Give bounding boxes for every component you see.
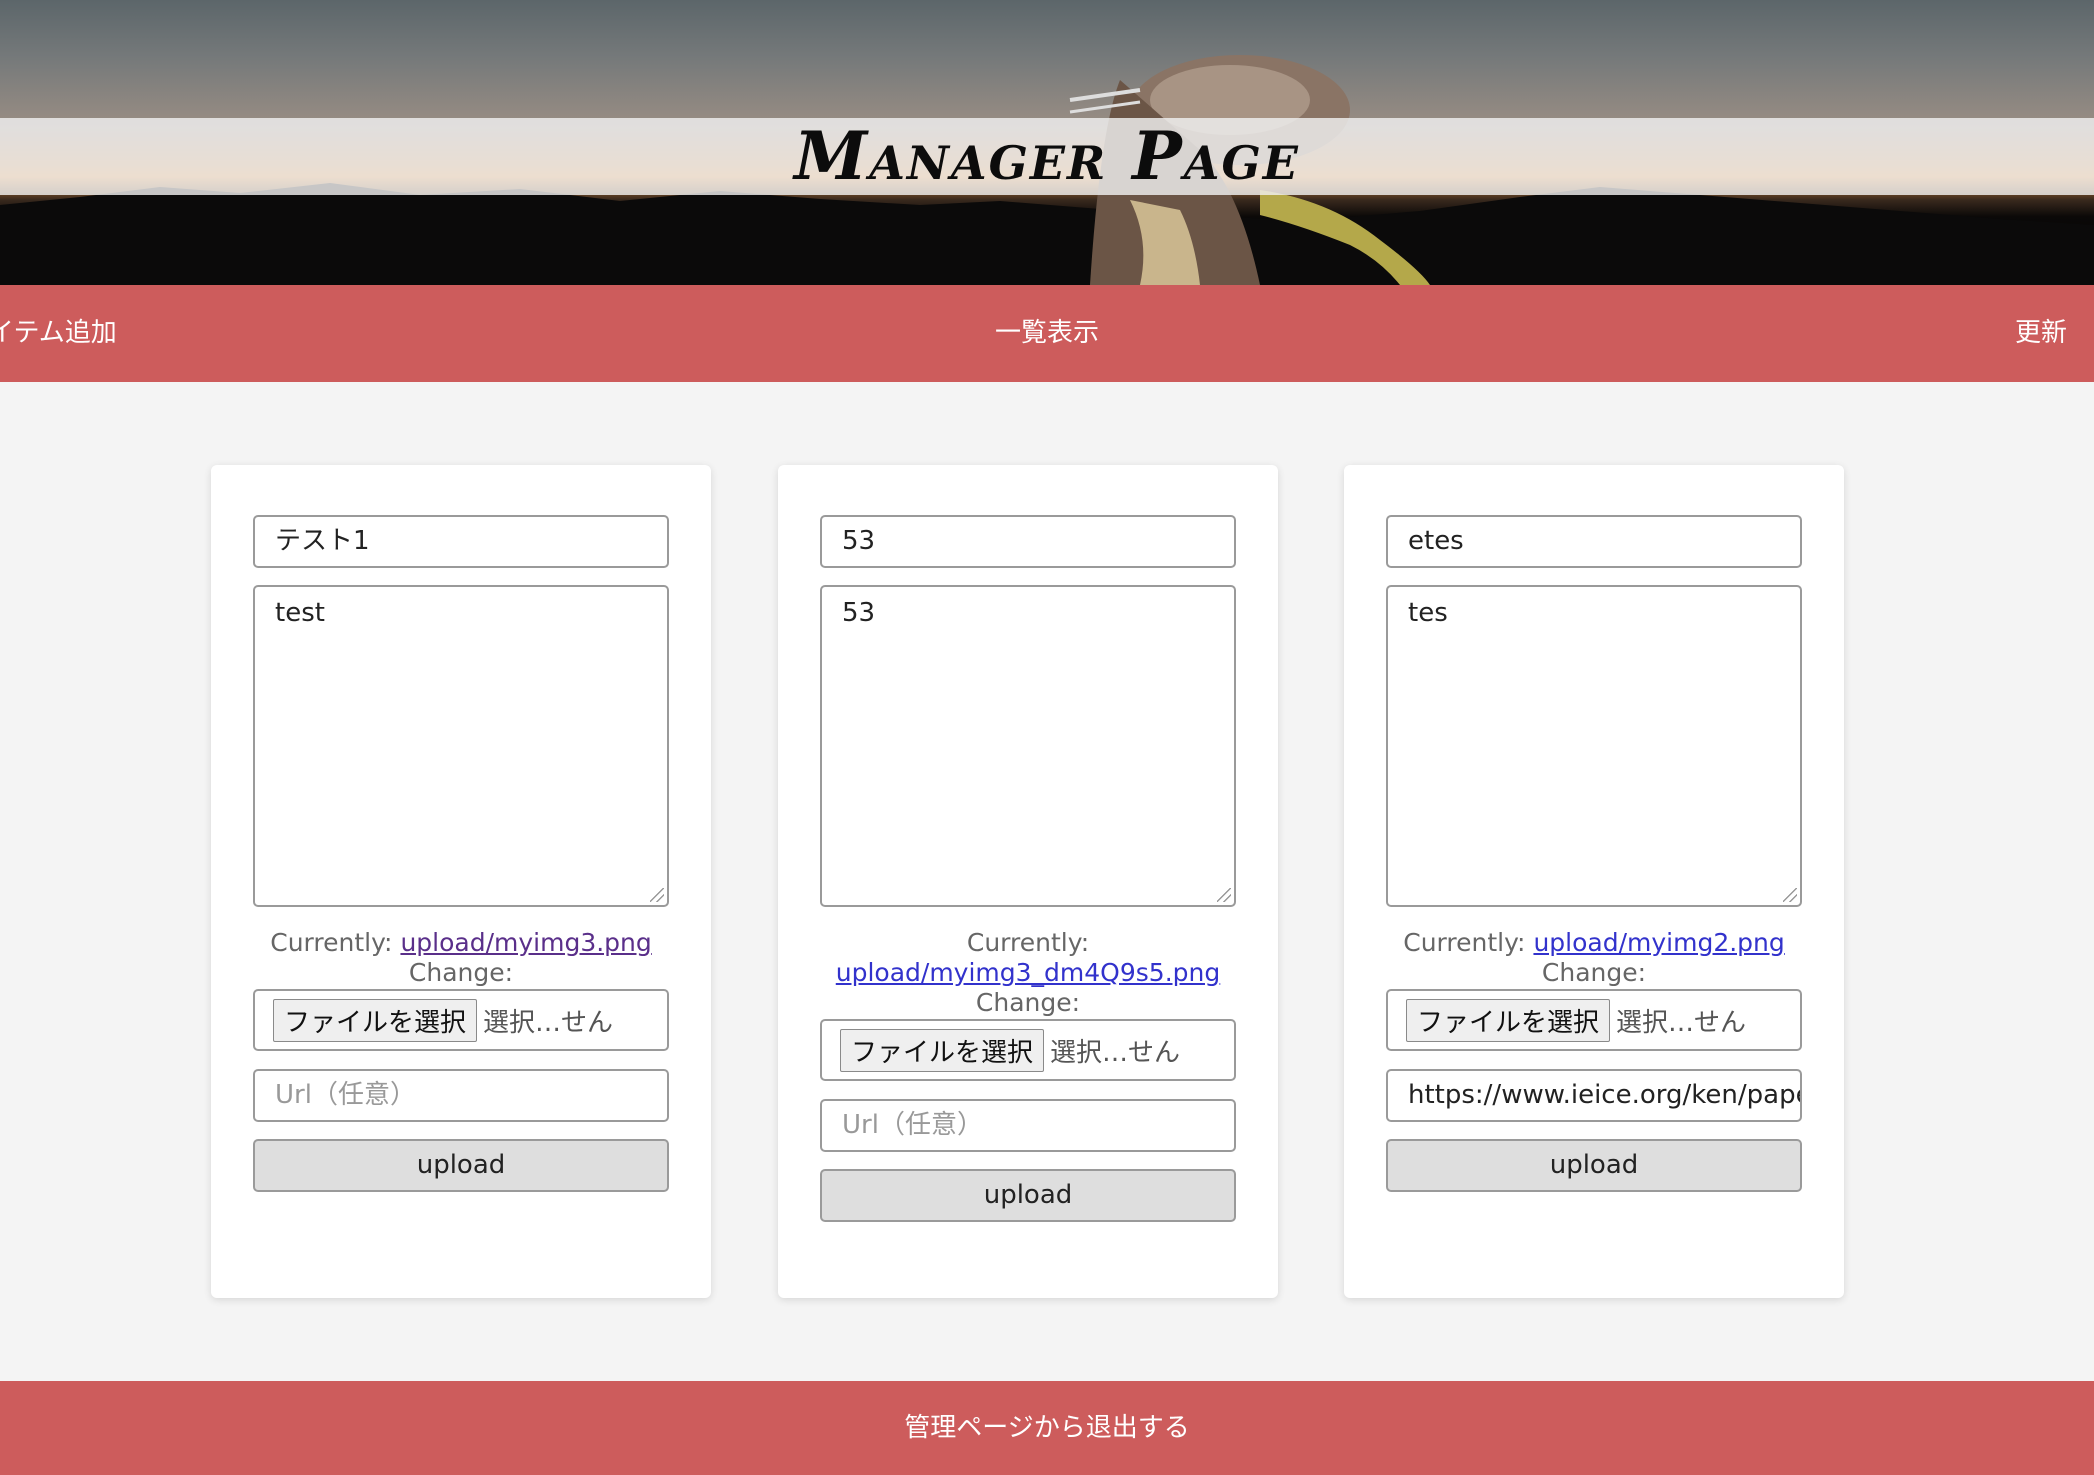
currently-label: Currently:: [966, 928, 1090, 957]
current-file-row: upload/myimg3_dm4Q9s5.png: [798, 958, 1258, 988]
file-status: 選択…せん: [1616, 1007, 1747, 1038]
choose-file-button[interactable]: ファイルを選択: [273, 998, 478, 1042]
current-file-row: Currently: upload/myimg2.png: [1364, 928, 1824, 958]
choose-file-button[interactable]: ファイルを選択: [1406, 998, 1611, 1042]
title-input[interactable]: 53: [820, 515, 1236, 568]
description-textarea[interactable]: 53: [820, 585, 1236, 907]
page-title: Manager Page: [794, 117, 1300, 195]
current-file-link[interactable]: upload/myimg3.png: [400, 928, 651, 957]
current-file-link[interactable]: upload/myimg3_dm4Q9s5.png: [836, 958, 1220, 987]
choose-file-button[interactable]: ファイルを選択: [840, 1028, 1045, 1072]
change-label: Change:: [408, 958, 514, 987]
currently-label: Currently:: [270, 928, 393, 957]
url-input[interactable]: Url（任意）: [820, 1099, 1236, 1152]
title-input[interactable]: etes: [1386, 515, 1802, 568]
nav-bar: イテム追加 一覧表示 更新: [0, 285, 2094, 382]
resize-handle-icon[interactable]: [1783, 888, 1797, 902]
description-text: 53: [842, 598, 876, 628]
url-input[interactable]: Url（任意）: [253, 1069, 669, 1122]
description-textarea[interactable]: test: [253, 585, 669, 907]
nav-update[interactable]: 更新: [2015, 285, 2067, 382]
file-input: ファイルを選択 選択…せん: [820, 1019, 1236, 1081]
nav-list-view[interactable]: 一覧表示: [995, 318, 1099, 348]
item-card: 53 53 Currently: upload/myimg3_dm4Q9s5.p…: [778, 465, 1278, 1298]
upload-button[interactable]: upload: [820, 1169, 1236, 1222]
description-text: tes: [1408, 598, 1448, 628]
footer-bar: 管理ページから退出する: [0, 1381, 2094, 1475]
upload-button[interactable]: upload: [1386, 1139, 1802, 1192]
nav-add-item[interactable]: イテム追加: [0, 285, 117, 382]
resize-handle-icon[interactable]: [650, 888, 664, 902]
current-file-link[interactable]: upload/myimg2.png: [1533, 928, 1784, 957]
current-file-row: Currently: upload/myimg3.png: [231, 928, 691, 958]
logout-link[interactable]: 管理ページから退出する: [0, 1381, 2094, 1475]
file-input: ファイルを選択 選択…せん: [253, 989, 669, 1051]
currently-label: Currently:: [1403, 928, 1526, 957]
file-input: ファイルを選択 選択…せん: [1386, 989, 1802, 1051]
upload-button[interactable]: upload: [253, 1139, 669, 1192]
file-status: 選択…せん: [483, 1007, 614, 1038]
change-label: Change:: [975, 988, 1081, 1017]
change-label: Change:: [1541, 958, 1647, 987]
file-status: 選択…せん: [1050, 1037, 1181, 1068]
resize-handle-icon[interactable]: [1217, 888, 1231, 902]
description-text: test: [275, 598, 325, 628]
item-card: テスト1 test Currently: upload/myimg3.png C…: [211, 465, 711, 1298]
description-textarea[interactable]: tes: [1386, 585, 1802, 907]
url-input[interactable]: https://www.ieice.org/ken/paper: [1386, 1069, 1802, 1122]
title-input[interactable]: テスト1: [253, 515, 669, 568]
item-card: etes tes Currently: upload/myimg2.png Ch…: [1344, 465, 1844, 1298]
